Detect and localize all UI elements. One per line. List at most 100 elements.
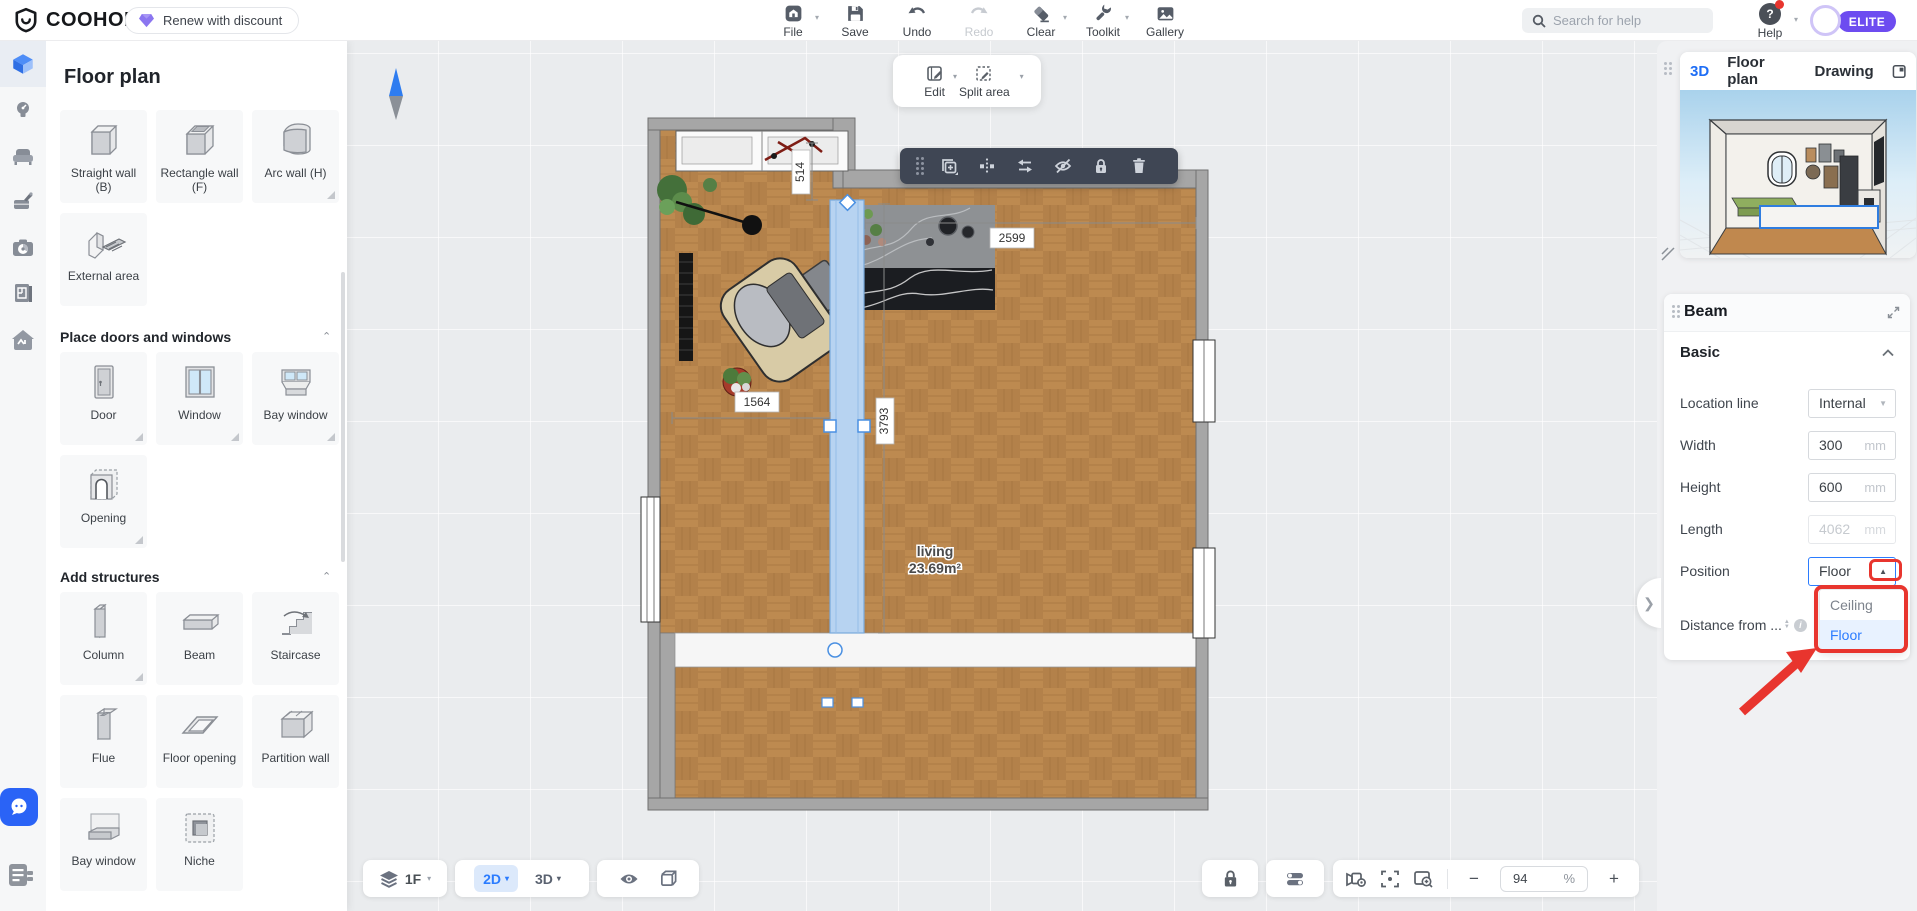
sort-arrows-icon[interactable]: ▲▼ (1784, 620, 1790, 630)
floor-selector[interactable]: 1F ▾ (363, 860, 447, 897)
floor-plan-drawing[interactable]: 514 2599 1564 3793 living 23.69m² (560, 90, 1300, 830)
model-view-button[interactable] (659, 869, 678, 888)
hide-button[interactable] (1044, 148, 1082, 184)
mode-2d-button[interactable]: 2D ▾ (474, 865, 518, 892)
zoom-in-button[interactable]: + (1601, 869, 1627, 889)
tool-flue[interactable]: Flue (60, 695, 147, 788)
preview-resize-handle[interactable] (1660, 246, 1676, 262)
tool-beam[interactable]: Beam (156, 592, 243, 685)
toggles-button[interactable] (1266, 860, 1324, 897)
tab-floor-plan[interactable]: Floor plan (1727, 54, 1796, 88)
tool-floor-opening[interactable]: Floor opening (156, 695, 243, 788)
undo-button[interactable]: Undo (894, 3, 940, 39)
align-button[interactable] (968, 148, 1006, 184)
tool-niche[interactable]: Niche (156, 798, 243, 891)
walkthrough-button[interactable] (1345, 869, 1367, 888)
elite-badge[interactable]: ELITE (1838, 11, 1896, 32)
lock-button[interactable] (1082, 148, 1120, 184)
location-line-select[interactable]: Internal ▼ (1808, 389, 1896, 418)
visibility-button[interactable] (619, 871, 639, 887)
search-icon (1532, 14, 1546, 28)
window-right-1[interactable] (1193, 340, 1215, 422)
redo-label: Redo (965, 25, 994, 39)
redo-button[interactable]: Redo (956, 3, 1002, 39)
help-button[interactable]: ? Help (1753, 3, 1787, 40)
tool-external-area[interactable]: External area (60, 213, 147, 306)
rail-inspiration-tab[interactable] (0, 87, 46, 133)
zoom-controls: − 94 % + (1333, 860, 1639, 897)
tool-staircase[interactable]: Staircase (252, 592, 339, 685)
tool-partition-wall[interactable]: Partition wall (252, 695, 339, 788)
shelf[interactable] (679, 253, 693, 361)
panel-toggle-icon[interactable] (1892, 64, 1906, 79)
rail-camera-tab[interactable] (0, 225, 46, 271)
tool-bay-window-structure[interactable]: Bay window (60, 798, 147, 891)
zoom-out-button[interactable]: − (1461, 869, 1487, 889)
fit-view-button[interactable] (1380, 869, 1400, 889)
tool-window[interactable]: Window (156, 352, 243, 445)
divider (1447, 869, 1448, 889)
tool-opening[interactable]: Opening (60, 455, 147, 548)
height-input[interactable]: 600 mm (1808, 473, 1896, 502)
help-caret-icon[interactable]: ▾ (1794, 15, 1798, 24)
flip-button[interactable] (1006, 148, 1044, 184)
coohom-logo[interactable]: COOHOM (13, 7, 141, 33)
option-ceiling[interactable]: Ceiling (1820, 590, 1904, 620)
tool-door[interactable]: Door (60, 352, 147, 445)
mode-3d-button[interactable]: 3D ▾ (526, 865, 570, 892)
help-icon: ? (1759, 3, 1781, 25)
preview-3d[interactable] (1680, 90, 1916, 258)
split-area-caret-icon[interactable]: ▾ (1020, 72, 1024, 81)
split-area-button[interactable]: Split area ▾ (959, 64, 1010, 99)
section-collapse-icon[interactable]: ⌃ (322, 330, 331, 343)
bottom-panel-button[interactable] (6, 861, 36, 894)
tool-column[interactable]: Column (60, 592, 147, 685)
edit-button[interactable]: Edit ▾ (924, 64, 945, 99)
chat-support-button[interactable] (0, 788, 38, 826)
gallery-button[interactable]: Gallery (1142, 3, 1188, 39)
rail-home-ai-tab[interactable] (0, 317, 46, 363)
tab-3d[interactable]: 3D (1690, 63, 1709, 80)
delete-button[interactable] (1120, 148, 1158, 184)
rail-drawings-tab[interactable] (0, 271, 46, 317)
file-menu[interactable]: File ▾ (770, 3, 816, 39)
tool-arc-wall[interactable]: Arc wall (H) (252, 110, 339, 203)
beam-panel-header[interactable]: Beam (1664, 294, 1910, 332)
width-value: 300 (1819, 437, 1842, 453)
duplicate-button[interactable] (930, 148, 968, 184)
zoom-region-button[interactable] (1413, 869, 1434, 889)
tab-drawing[interactable]: Drawing (1814, 63, 1873, 80)
window-right-2[interactable] (1193, 548, 1215, 638)
window-left[interactable] (641, 497, 660, 622)
renew-discount-button[interactable]: Renew with discount (125, 7, 299, 34)
edit-caret-icon[interactable]: ▾ (953, 72, 957, 81)
help-search[interactable]: Search for help (1522, 8, 1713, 33)
width-input[interactable]: 300 mm (1808, 431, 1896, 460)
avatar[interactable] (1810, 5, 1841, 36)
tool-rectangle-wall[interactable]: Rectangle wall (F) (156, 110, 243, 203)
toolkit-menu[interactable]: Toolkit ▾ (1080, 3, 1126, 39)
rail-furniture-tab[interactable] (0, 133, 46, 179)
tool-bay-window[interactable]: Bay window (252, 352, 339, 445)
section-collapse-icon[interactable]: ⌃ (322, 570, 331, 583)
beam-panel-drag-handle[interactable] (1672, 305, 1680, 318)
basic-section-header[interactable]: Basic (1680, 344, 1894, 361)
clear-menu[interactable]: Clear ▾ (1018, 3, 1064, 39)
view-card-drag-handle[interactable] (1664, 62, 1672, 75)
zoom-level-input[interactable]: 94 % (1500, 866, 1588, 892)
expand-panel-icon[interactable] (1887, 306, 1900, 319)
lock-canvas-button[interactable] (1202, 860, 1258, 897)
option-floor[interactable]: Floor (1820, 620, 1904, 650)
wardrobe[interactable] (676, 131, 848, 171)
toolkit-label: Toolkit (1086, 25, 1120, 39)
field-height: Height 600 mm (1680, 472, 1896, 502)
save-button[interactable]: Save (832, 3, 878, 39)
rail-floorplan-tab[interactable] (0, 41, 46, 87)
tool-straight-wall[interactable]: Straight wall (B) (60, 110, 147, 203)
position-select[interactable]: Floor ▲ (1808, 557, 1896, 586)
rail-render-tab[interactable] (0, 179, 46, 225)
selected-beam[interactable] (830, 200, 864, 633)
toolbar-drag-handle[interactable] (910, 148, 930, 184)
panel-scrollbar[interactable] (341, 272, 345, 562)
left-rail (0, 41, 46, 911)
